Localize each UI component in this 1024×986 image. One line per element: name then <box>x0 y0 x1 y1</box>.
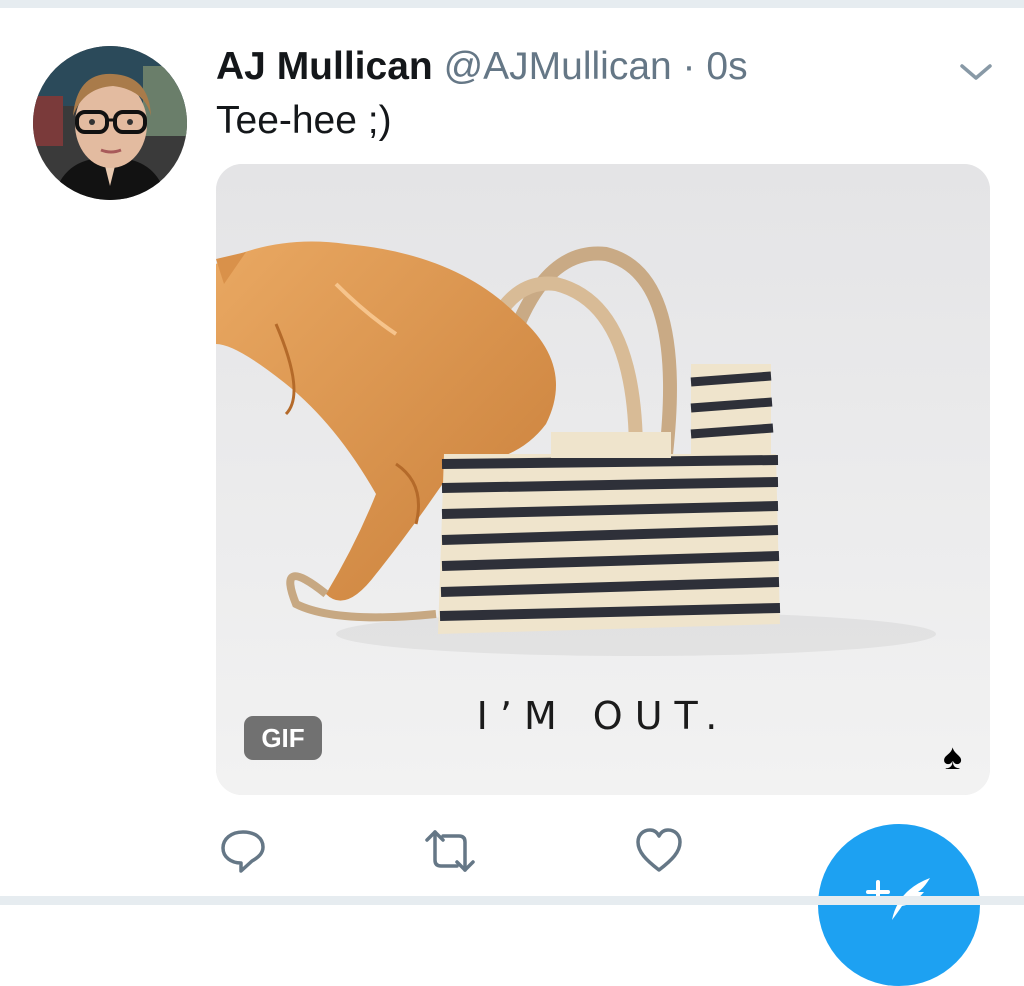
gif-badge: GIF <box>244 716 322 760</box>
top-divider <box>0 0 1024 8</box>
avatar[interactable] <box>33 46 187 200</box>
compose-tweet-button[interactable] <box>818 824 980 986</box>
author-name[interactable]: AJ Mullican <box>216 45 433 88</box>
chevron-down-icon[interactable] <box>958 60 994 84</box>
retweet-icon[interactable] <box>423 826 475 876</box>
tweet-header: AJ Mullican @AJMullican · 0s <box>216 42 748 92</box>
author-handle[interactable]: @AJMullican <box>444 45 672 88</box>
header-separator: · <box>671 45 707 88</box>
tweet-card[interactable]: AJ Mullican @AJMullican · 0s Tee-hee ;) <box>0 8 1024 986</box>
timestamp[interactable]: 0s <box>706 45 747 88</box>
reply-icon[interactable] <box>218 826 268 876</box>
spade-icon: ♠ <box>943 736 963 777</box>
tweet-media-gif[interactable]: I’M OUT. GIF ♠ <box>216 164 990 795</box>
bottom-divider <box>0 896 1024 905</box>
gif-caption: I’M OUT. <box>476 694 730 738</box>
tweet-text: Tee-hee ;) <box>216 99 392 142</box>
heart-icon[interactable] <box>634 826 684 876</box>
